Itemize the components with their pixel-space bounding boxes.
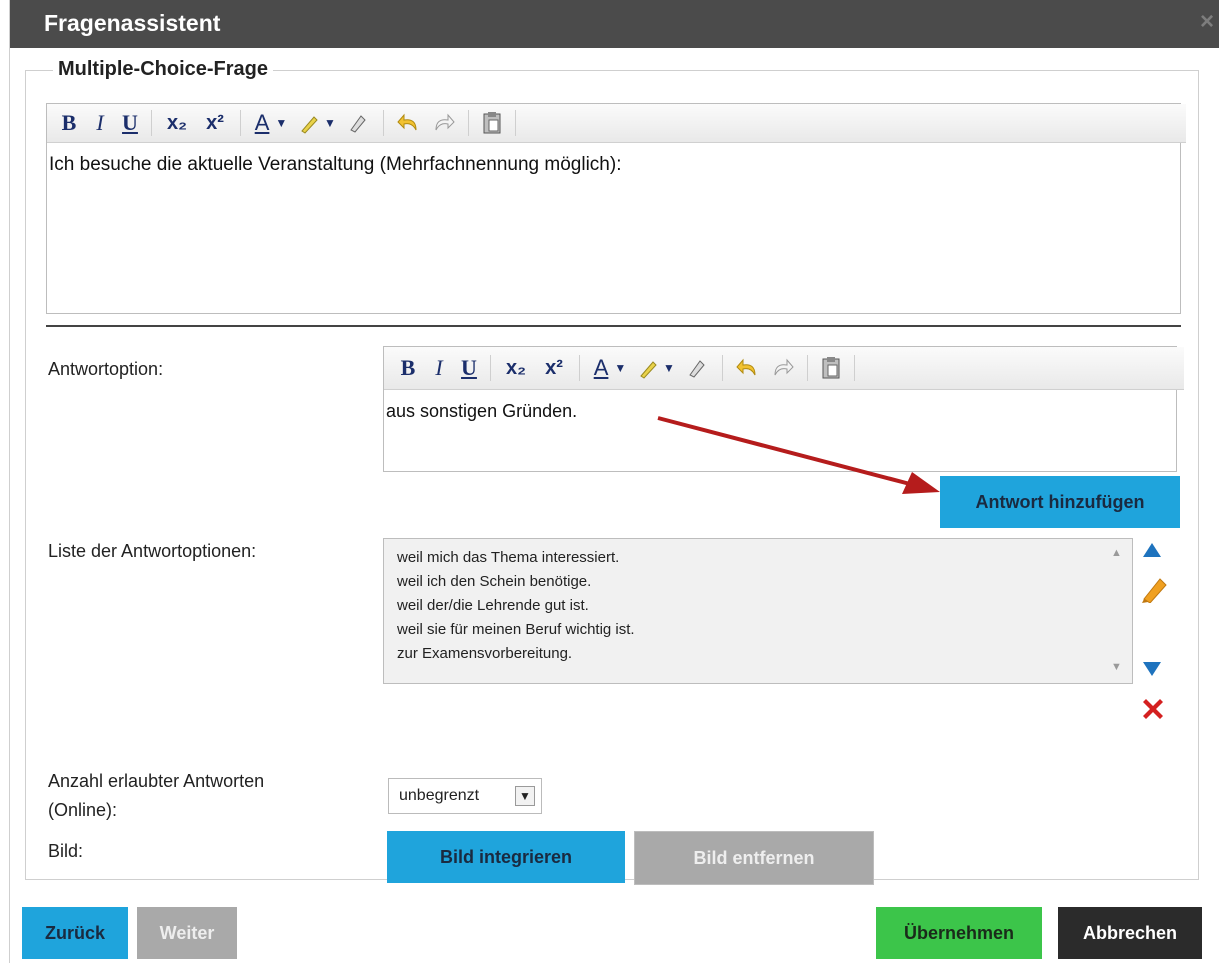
font-color-icon[interactable]: A ▼ [247, 107, 295, 139]
bold-icon[interactable]: B [53, 107, 85, 139]
remove-image-button[interactable]: Bild entfernen [634, 831, 874, 885]
add-answer-button[interactable]: Antwort hinzufügen [940, 476, 1180, 528]
redo-icon[interactable] [426, 107, 462, 139]
list-item[interactable]: weil der/die Lehrende gut ist. [397, 597, 589, 614]
allowed-answers-label-sub: (Online): [48, 800, 118, 820]
list-item[interactable]: weil mich das Thema interessiert. [397, 549, 619, 566]
edit-pencil-icon[interactable] [1140, 573, 1168, 603]
cancel-button[interactable]: Abbrechen [1058, 907, 1202, 959]
annotation-arrow [657, 416, 940, 494]
divider [46, 325, 1181, 327]
italic-icon[interactable]: I [85, 107, 115, 139]
question-text: Ich besuche die aktuelle Veranstaltung (… [49, 154, 622, 175]
underline-icon[interactable]: U [115, 107, 145, 139]
toolbar-separator [722, 355, 723, 381]
answer-editor-toolbar: B I U x₂ x² A ▼ ▼ [384, 347, 1184, 390]
answer-option-label: Antwortoption: [48, 359, 164, 379]
question-editor-toolbar: B I U x₂ x² A ▼ ▼ [47, 104, 1186, 143]
allowed-answers-select[interactable]: unbegrenzt ▼ [388, 778, 542, 814]
highlight-icon[interactable]: ▼ [295, 107, 339, 139]
chevron-down-icon: ▼ [324, 116, 336, 130]
image-label: Bild: [48, 841, 84, 861]
superscript-icon[interactable]: x² [196, 107, 234, 139]
toolbar-separator [579, 355, 580, 381]
delete-icon[interactable] [1140, 696, 1166, 722]
toolbar-separator [151, 110, 152, 136]
eraser-icon[interactable] [339, 107, 377, 139]
move-down-icon[interactable] [1143, 662, 1161, 676]
close-icon[interactable]: × [1200, 8, 1214, 36]
font-color-letter: A [593, 355, 609, 380]
toolbar-separator [383, 110, 384, 136]
move-up-icon[interactable] [1143, 543, 1161, 557]
toolbar-separator [807, 355, 808, 381]
toolbar-separator [490, 355, 491, 381]
font-color-letter: A [254, 110, 270, 135]
toolbar-separator [468, 110, 469, 136]
allowed-answers-label: Anzahl erlaubter Antworten [48, 771, 265, 791]
list-item[interactable]: weil sie für meinen Beruf wichtig ist. [397, 621, 635, 638]
redo-icon[interactable] [765, 352, 801, 384]
options-list-label: Liste der Antwortoptionen: [48, 541, 257, 561]
toolbar-separator [240, 110, 241, 136]
paste-icon[interactable] [475, 107, 509, 139]
answer-options-listbox[interactable]: weil mich das Thema interessiert. weil i… [383, 538, 1133, 684]
section-legend: Multiple-Choice-Frage [53, 58, 274, 81]
subscript-icon[interactable]: x₂ [158, 107, 196, 139]
undo-icon[interactable] [729, 352, 765, 384]
chevron-down-icon: ▼ [663, 361, 675, 375]
font-color-icon[interactable]: A ▼ [586, 352, 634, 384]
integrate-image-button[interactable]: Bild integrieren [387, 831, 625, 883]
italic-icon[interactable]: I [424, 352, 454, 384]
back-button[interactable]: Zurück [22, 907, 128, 959]
scroll-up-icon[interactable]: ▲ [1111, 547, 1122, 559]
superscript-icon[interactable]: x² [535, 352, 573, 384]
highlight-icon[interactable]: ▼ [634, 352, 678, 384]
bold-icon[interactable]: B [392, 352, 424, 384]
chevron-down-icon[interactable]: ▼ [515, 786, 535, 806]
chevron-down-icon: ▼ [614, 361, 627, 375]
chevron-down-icon: ▼ [275, 116, 288, 130]
dialog-title: Fragenassistent [44, 10, 221, 36]
undo-icon[interactable] [390, 107, 426, 139]
toolbar-separator [854, 355, 855, 381]
underline-icon[interactable]: U [454, 352, 484, 384]
allowed-answers-value: unbegrenzt [399, 787, 480, 804]
question-editor[interactable]: B I U x₂ x² A ▼ ▼ Ich besuche die aktuel… [46, 103, 1186, 314]
answer-option-text: aus sonstigen Gründen. [386, 401, 578, 421]
toolbar-separator [515, 110, 516, 136]
list-item[interactable]: weil ich den Schein benötige. [397, 573, 591, 590]
next-button[interactable]: Weiter [137, 907, 237, 959]
subscript-icon[interactable]: x₂ [497, 352, 535, 384]
apply-button[interactable]: Übernehmen [876, 907, 1042, 959]
list-item[interactable]: zur Examensvorbereitung. [397, 645, 572, 662]
scroll-down-icon[interactable]: ▼ [1111, 661, 1122, 673]
eraser-icon[interactable] [678, 352, 716, 384]
dialog-titlebar: Fragenassistent × [10, 0, 1219, 48]
paste-icon[interactable] [814, 352, 848, 384]
